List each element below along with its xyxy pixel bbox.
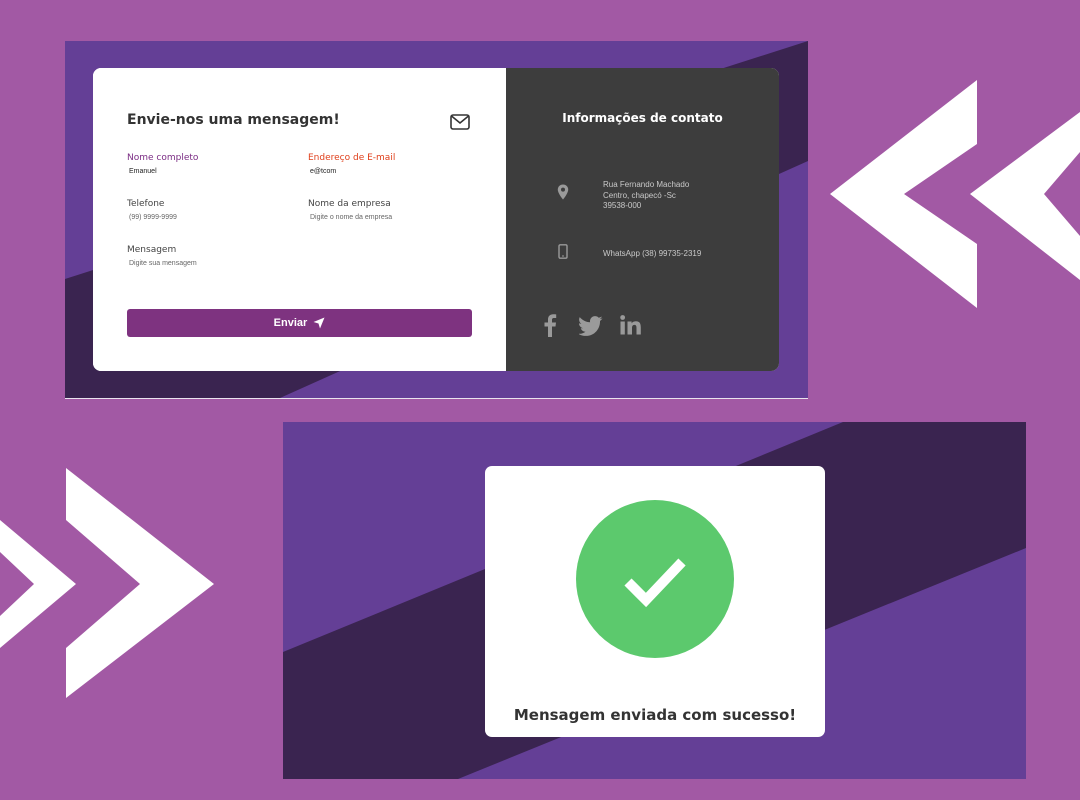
contact-form-card: Envie-nos uma mensagem! Nome completo Em… [93, 68, 779, 371]
checkmark-icon [624, 558, 686, 608]
full-name-label: Nome completo [127, 153, 199, 163]
success-screenshot: Mensagem enviada com sucesso! [283, 422, 1026, 779]
facebook-icon[interactable] [543, 313, 557, 337]
contact-info-panel: Informações de contato Rua Fernando Mach… [506, 68, 779, 371]
address-line: Rua Fernando Machado [603, 180, 690, 189]
email-label: Endereço de E-mail [308, 153, 396, 163]
email-field[interactable]: e@tcom [310, 168, 336, 175]
phone-label: Telefone [127, 199, 165, 209]
location-pin-icon [557, 184, 569, 200]
linkedin-icon[interactable] [620, 315, 641, 335]
send-button[interactable]: Enviar [127, 309, 472, 337]
contact-form-screenshot: Envie-nos uma mensagem! Nome completo Em… [65, 41, 808, 399]
twitter-icon[interactable] [579, 316, 603, 336]
success-card: Mensagem enviada com sucesso! [485, 466, 825, 737]
message-field[interactable]: Digite sua mensagem [129, 260, 197, 267]
company-label: Nome da empresa [308, 199, 391, 209]
address-text: Rua Fernando Machado Centro, chapecó -Sc… [603, 180, 689, 212]
form-title: Envie-nos uma mensagem! [127, 112, 340, 128]
address-line: Centro, chapecó -Sc [603, 190, 676, 200]
paper-plane-icon [313, 317, 325, 329]
double-chevron-right-icon [0, 468, 214, 698]
send-button-label: Enviar [273, 317, 308, 329]
check-circle-icon [576, 500, 734, 658]
message-label: Mensagem [127, 245, 177, 255]
company-field[interactable]: Digite o nome da empresa [310, 214, 392, 221]
full-name-field[interactable]: Emanuel [129, 168, 157, 175]
phone-field[interactable]: (99) 9999-9999 [129, 214, 177, 221]
message-form: Envie-nos uma mensagem! Nome completo Em… [93, 68, 506, 371]
contact-info-title: Informações de contato [562, 111, 723, 125]
double-chevron-left-icon [830, 80, 1080, 308]
address-line: 39538-000 [603, 201, 642, 210]
mobile-phone-icon [558, 244, 568, 259]
envelope-icon [450, 114, 470, 130]
whatsapp-text: WhatsApp (38) 99735-2319 [603, 249, 702, 258]
success-message: Mensagem enviada com sucesso! [513, 706, 797, 724]
